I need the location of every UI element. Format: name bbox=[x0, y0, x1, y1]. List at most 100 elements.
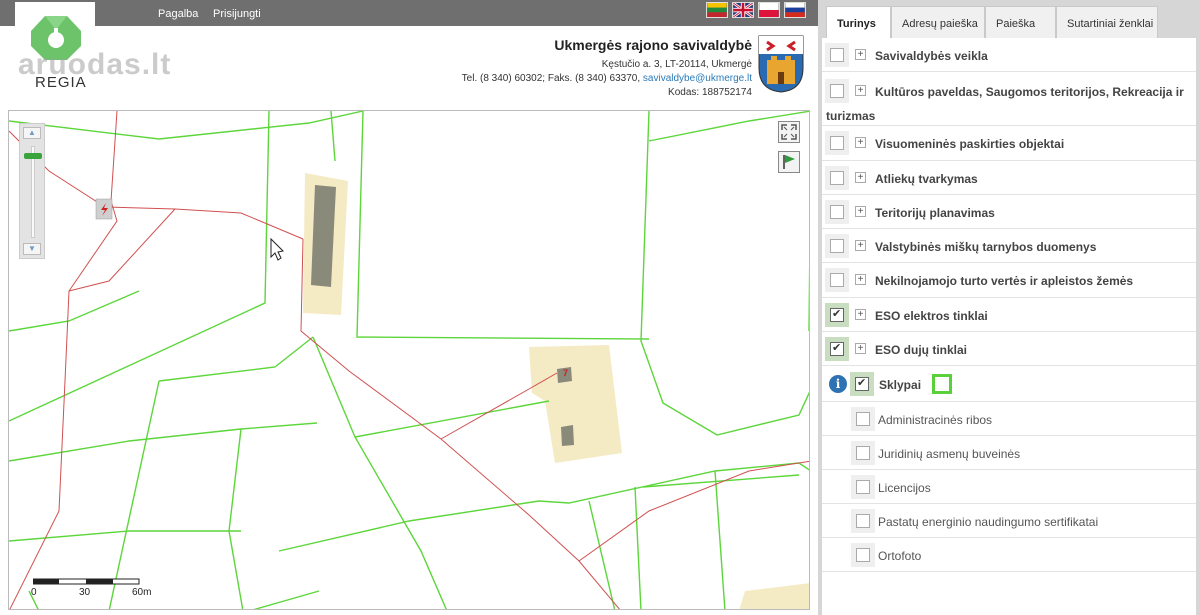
sublayer-item[interactable]: Administracinės ribos bbox=[822, 402, 1196, 436]
layer-label-cont: turizmas bbox=[826, 109, 876, 123]
sublayer-item[interactable]: Licencijos bbox=[822, 470, 1196, 504]
expand-icon[interactable]: + bbox=[855, 49, 866, 60]
layer-item[interactable]: + Savivaldybės veikla bbox=[822, 38, 1196, 72]
sublayer-item[interactable]: Pastatų energinio naudingumo sertifikata… bbox=[822, 504, 1196, 538]
flag-button[interactable] bbox=[778, 151, 800, 173]
map-view[interactable]: 7 ▲ ▼ 0 30 60m bbox=[8, 110, 810, 610]
sublayer-label: Pastatų energinio naudingumo sertifikata… bbox=[878, 515, 1099, 529]
scale-bar-graphic bbox=[33, 578, 140, 585]
parcel-number: 7 bbox=[563, 368, 568, 378]
parcel-lines bbox=[9, 111, 809, 609]
zoom-control: ▲ ▼ bbox=[19, 123, 45, 259]
sublayer-checkbox[interactable] bbox=[856, 548, 870, 562]
fullscreen-icon bbox=[781, 124, 797, 140]
green-flag-icon bbox=[783, 155, 795, 169]
layer-label: Nekilnojamojo turto vertės ir apleistos … bbox=[875, 274, 1134, 288]
tab-search[interactable]: Paieška bbox=[985, 6, 1056, 38]
uk-flag-icon[interactable] bbox=[732, 2, 754, 18]
sublayer-label: Licencijos bbox=[878, 481, 931, 495]
layer-checkbox-checked[interactable] bbox=[830, 341, 844, 356]
zoom-slider-handle[interactable] bbox=[24, 153, 42, 159]
expand-icon[interactable]: + bbox=[855, 206, 866, 217]
expand-icon[interactable]: + bbox=[855, 137, 866, 148]
expand-icon[interactable]: + bbox=[855, 85, 866, 96]
plot-area bbox=[529, 345, 622, 463]
sublayer-label: Ortofoto bbox=[878, 549, 922, 563]
sublayer-checkbox[interactable] bbox=[856, 514, 870, 528]
expand-icon[interactable]: + bbox=[855, 274, 866, 285]
sublayer-checkbox[interactable] bbox=[856, 480, 870, 494]
org-contacts-text: Tel. (8 340) 60302; Faks. (8 340) 63370, bbox=[461, 73, 643, 84]
coat-of-arms-icon bbox=[758, 35, 804, 93]
layer-checkbox[interactable] bbox=[830, 48, 844, 62]
sklypai-checkbox[interactable] bbox=[855, 376, 869, 391]
scale-bar: 0 30 60m bbox=[31, 577, 153, 599]
info-icon[interactable]: i bbox=[829, 375, 847, 393]
map-canvas[interactable]: 7 bbox=[9, 111, 810, 610]
layer-item[interactable]: + Nekilnojamojo turto vertės ir apleisto… bbox=[822, 263, 1196, 298]
layer-label: ESO elektros tinklai bbox=[875, 309, 988, 323]
layer-checkbox[interactable] bbox=[830, 273, 844, 287]
legend-swatch bbox=[932, 374, 952, 394]
tab-address-search[interactable]: Adresų paieška bbox=[891, 6, 985, 38]
plot-area bbox=[739, 583, 809, 609]
layer-checkbox[interactable] bbox=[830, 205, 844, 219]
expand-icon[interactable]: + bbox=[855, 309, 866, 320]
layer-list: + Savivaldybės veikla + Kultūros pavelda… bbox=[822, 38, 1196, 615]
sublayer-label: Juridinių asmenų buveinės bbox=[878, 447, 1021, 461]
tab-legend[interactable]: Sutartiniai ženklai bbox=[1056, 6, 1158, 38]
layer-item[interactable]: + Visuomeninės paskirties objektai bbox=[822, 126, 1196, 161]
layer-label: Kultūros paveldas, Saugomos teritorijos,… bbox=[875, 85, 1184, 99]
layer-checkbox-checked[interactable] bbox=[830, 307, 844, 322]
org-code: Kodas: 188752174 bbox=[668, 87, 752, 98]
help-link[interactable]: Pagalba bbox=[158, 8, 198, 20]
building bbox=[561, 425, 574, 446]
org-contacts: Tel. (8 340) 60302; Faks. (8 340) 63370,… bbox=[462, 72, 752, 86]
layer-item[interactable]: + Teritorijų planavimas bbox=[822, 195, 1196, 229]
layer-label: Savivaldybės veikla bbox=[875, 49, 988, 63]
language-flags bbox=[706, 2, 806, 18]
polish-flag-icon[interactable] bbox=[758, 2, 780, 18]
sublayer-item[interactable]: Juridinių asmenų buveinės bbox=[822, 436, 1196, 470]
lithuanian-flag-icon[interactable] bbox=[706, 2, 728, 18]
layer-item-sklypai[interactable]: i Sklypai bbox=[822, 366, 1196, 402]
scale-label-0: 0 bbox=[31, 587, 37, 598]
layer-label: Visuomeninės paskirties objektai bbox=[875, 137, 1065, 151]
layer-label: Valstybinės miškų tarnybos duomenys bbox=[875, 240, 1097, 254]
sublayer-item[interactable]: Ortofoto bbox=[822, 538, 1196, 572]
layer-item[interactable]: + ESO dujų tinklai bbox=[822, 332, 1196, 366]
org-email-link[interactable]: savivaldybe@ukmerge.lt bbox=[643, 73, 752, 84]
org-address: Kęstučio a. 3, LT-20114, Ukmergė bbox=[601, 59, 752, 70]
expand-icon[interactable]: + bbox=[855, 172, 866, 183]
layer-label: Sklypai bbox=[879, 378, 922, 392]
power-lines bbox=[9, 111, 809, 609]
layer-item[interactable]: + Kultūros paveldas, Saugomos teritorijo… bbox=[822, 72, 1196, 126]
watermark: aruodas.lt bbox=[18, 48, 172, 81]
layer-checkbox[interactable] bbox=[830, 239, 844, 253]
expand-icon[interactable]: + bbox=[855, 240, 866, 251]
org-info: Ukmergės rajono savivaldybė Kęstučio a. … bbox=[462, 38, 752, 100]
russian-flag-icon[interactable] bbox=[784, 2, 806, 18]
layer-checkbox[interactable] bbox=[830, 171, 844, 185]
org-name: Ukmergės rajono savivaldybė bbox=[554, 37, 752, 53]
sublayer-checkbox[interactable] bbox=[856, 412, 870, 426]
scale-label-30: 30 bbox=[79, 587, 91, 598]
layer-label: Atliekų tvarkymas bbox=[875, 172, 978, 186]
layer-item[interactable]: + ESO elektros tinklai bbox=[822, 298, 1196, 332]
layer-label: Teritorijų planavimas bbox=[875, 206, 995, 220]
fullscreen-button[interactable] bbox=[778, 121, 800, 143]
login-link[interactable]: Prisijungti bbox=[213, 8, 261, 20]
mouse-cursor-icon bbox=[270, 237, 285, 261]
sublayer-label: Administracinės ribos bbox=[878, 413, 993, 427]
layer-item[interactable]: + Valstybinės miškų tarnybos duomenys bbox=[822, 229, 1196, 263]
zoom-out-button[interactable]: ▼ bbox=[23, 243, 41, 255]
tab-turinys[interactable]: Turinys bbox=[826, 6, 891, 38]
zoom-track[interactable] bbox=[31, 146, 35, 238]
layer-checkbox[interactable] bbox=[830, 136, 844, 150]
zoom-in-button[interactable]: ▲ bbox=[23, 127, 41, 139]
expand-icon[interactable]: + bbox=[855, 343, 866, 354]
top-bar: Pagalba Prisijungti bbox=[0, 0, 818, 26]
layer-checkbox[interactable] bbox=[830, 84, 844, 98]
layer-item[interactable]: + Atliekų tvarkymas bbox=[822, 161, 1196, 195]
sublayer-checkbox[interactable] bbox=[856, 446, 870, 460]
